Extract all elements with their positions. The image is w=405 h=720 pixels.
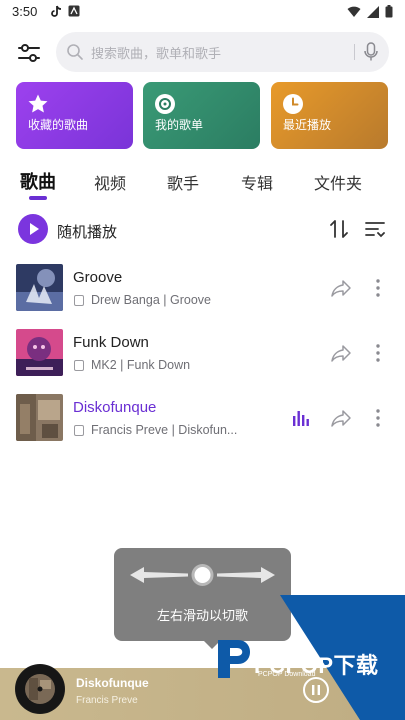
- status-time: 3:50: [12, 4, 38, 19]
- album-art-image: [16, 329, 63, 376]
- search-input[interactable]: 搜索歌曲，歌单和歌手: [56, 32, 389, 72]
- song-title: Funk Down: [73, 334, 149, 351]
- tab-folders[interactable]: 文件夹: [314, 170, 362, 194]
- album-cover: [16, 329, 63, 376]
- status-system-icons: [347, 5, 393, 18]
- tab-albums[interactable]: 专辑: [241, 170, 273, 194]
- watermark-subtext: PCPOP Download: [258, 671, 316, 678]
- signal-icon: [367, 5, 379, 18]
- more-options-icon[interactable]: [371, 341, 385, 365]
- list-options-button[interactable]: [364, 218, 386, 240]
- now-playing-disc: [15, 664, 65, 714]
- shuffle-play-button[interactable]: [18, 214, 48, 244]
- sort-icon: [330, 220, 348, 238]
- tab-artists[interactable]: 歌手: [167, 170, 199, 194]
- shuffle-play-label[interactable]: 随机播放: [57, 221, 117, 242]
- tab-videos[interactable]: 视频: [94, 170, 126, 194]
- favorite-songs-card[interactable]: 收藏的歌曲: [16, 82, 133, 149]
- album-cover: [16, 264, 63, 311]
- recently-played-label: 最近播放: [283, 118, 332, 132]
- album-cover: [16, 394, 63, 441]
- song-row[interactable]: Funk Down MK2 | Funk Down: [0, 321, 405, 386]
- tiktok-icon: [51, 5, 62, 17]
- search-divider: [354, 44, 355, 60]
- recently-played-card[interactable]: 最近播放: [271, 82, 388, 149]
- clock-icon: [283, 94, 303, 114]
- song-subtitle: MK2 | Funk Down: [91, 358, 191, 372]
- song-subtitle: Francis Preve | Diskofun...: [91, 423, 238, 437]
- now-playing-equalizer-icon: [293, 411, 309, 426]
- my-playlists-card[interactable]: 我的歌单: [143, 82, 260, 149]
- song-row[interactable]: Groove Drew Banga | Groove: [0, 256, 405, 321]
- more-options-icon[interactable]: [371, 276, 385, 300]
- album-art-image: [16, 394, 63, 441]
- top-bar: 搜索歌曲，歌单和歌手: [0, 32, 405, 74]
- play-icon: [30, 223, 39, 235]
- notification-app-icon: [68, 5, 80, 17]
- filter-button[interactable]: [16, 40, 42, 66]
- status-bar: 3:50: [0, 0, 405, 26]
- song-title: Diskofunque: [73, 399, 157, 416]
- more-options-icon[interactable]: [371, 406, 385, 430]
- share-icon[interactable]: [330, 407, 352, 429]
- share-icon[interactable]: [330, 277, 352, 299]
- now-playing-title: Diskofunque: [76, 676, 149, 690]
- share-icon[interactable]: [330, 342, 352, 364]
- disc-icon: [155, 94, 175, 114]
- song-list: Groove Drew Banga | Groove Funk Down MK2…: [0, 256, 405, 451]
- favorite-songs-label: 收藏的歌曲: [28, 118, 89, 132]
- local-file-icon: [74, 360, 84, 371]
- sliders-icon: [18, 44, 40, 62]
- song-subtitle: Drew Banga | Groove: [91, 293, 211, 307]
- my-playlists-label: 我的歌单: [155, 118, 204, 132]
- quick-access-cards: 收藏的歌曲 我的歌单 最近播放: [16, 82, 389, 150]
- status-notification-icons: [50, 5, 80, 18]
- swipe-gesture-icon: [130, 564, 275, 586]
- active-tab-indicator: [29, 196, 47, 200]
- album-art-disc-icon: [16, 665, 64, 713]
- wifi-icon: [347, 6, 361, 17]
- microphone-icon[interactable]: [363, 42, 379, 62]
- shuffle-play-row: 随机播放: [0, 212, 405, 250]
- pcpop-p-logo-icon: [218, 640, 250, 678]
- category-tabs: 歌曲 视频 歌手 专辑 文件夹: [0, 166, 405, 206]
- local-file-icon: [74, 425, 84, 436]
- local-file-icon: [74, 295, 84, 306]
- search-placeholder: 搜索歌曲，歌单和歌手: [91, 47, 222, 62]
- battery-icon: [385, 5, 393, 18]
- tab-songs[interactable]: 歌曲: [20, 168, 56, 194]
- search-icon: [67, 44, 83, 60]
- sort-button[interactable]: [328, 218, 350, 240]
- list-filter-icon: [365, 222, 385, 238]
- song-title: Groove: [73, 269, 123, 286]
- album-art-image: [16, 264, 63, 311]
- now-playing-artist: Francis Preve: [76, 695, 138, 706]
- song-row-playing[interactable]: Diskofunque Francis Preve | Diskofun...: [0, 386, 405, 451]
- star-icon: [28, 94, 48, 113]
